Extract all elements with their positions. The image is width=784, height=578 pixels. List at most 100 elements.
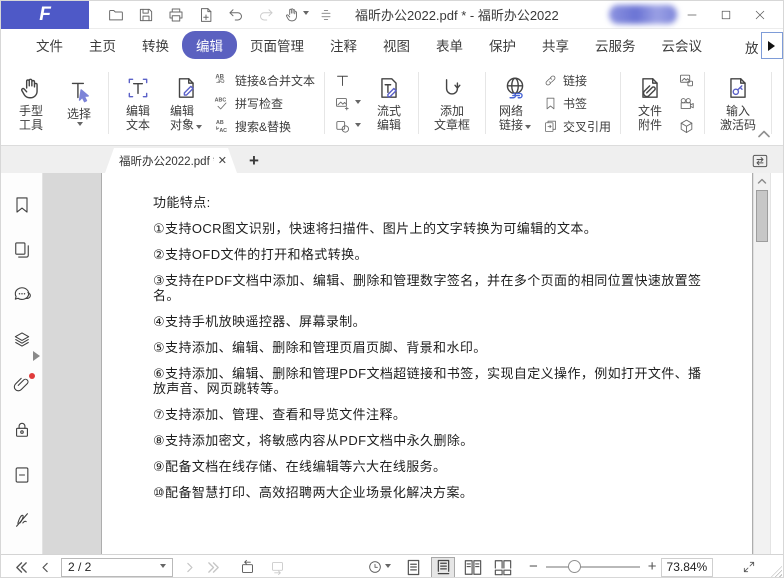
menu-edit[interactable]: 编辑: [182, 31, 237, 59]
comments-panel-button[interactable]: [11, 285, 33, 305]
insert-image-button[interactable]: [678, 72, 695, 89]
new-tab-button[interactable]: +: [249, 152, 259, 170]
add-image-button[interactable]: [334, 95, 361, 112]
spell-check-button[interactable]: ABC 拼写检查: [214, 95, 315, 112]
facing-continuous-view-button[interactable]: [491, 557, 515, 578]
bookmark-panel-button[interactable]: [11, 195, 33, 215]
save-button[interactable]: [131, 3, 161, 27]
menu-form[interactable]: 表单: [423, 31, 476, 59]
add-shape-icon: [334, 118, 351, 135]
continuous-view-button[interactable]: [431, 557, 455, 578]
vertical-scrollbar[interactable]: [753, 173, 770, 554]
attachments-panel-button[interactable]: [11, 375, 33, 395]
minimize-button[interactable]: [675, 1, 709, 29]
fullscreen-button[interactable]: [737, 557, 761, 577]
undo-button[interactable]: [221, 3, 251, 27]
print-icon: [167, 6, 185, 24]
pdf-page[interactable]: 功能特点: ①支持OCR图文识别，快速将扫描件、图片上的文字转换为可编辑的文本。…: [101, 173, 753, 554]
maximize-button[interactable]: [709, 1, 743, 29]
zoom-out-button[interactable]: −: [529, 562, 538, 572]
layers-panel-button[interactable]: [11, 330, 33, 350]
document-line: ⑨配备文档在线存储、在线编辑等六大在线服务。: [153, 459, 706, 474]
quick-access-toolbar: [101, 3, 341, 27]
insert-3d-button[interactable]: [678, 118, 695, 135]
select-tool-button[interactable]: 选择: [55, 78, 103, 129]
menu-file[interactable]: 文件: [23, 31, 76, 59]
page-number-input[interactable]: 2 / 2: [61, 558, 173, 577]
flow-edit-button[interactable]: 流式 编辑: [365, 75, 413, 132]
redo-icon: [257, 6, 275, 24]
print-button[interactable]: [161, 3, 191, 27]
insert-video-button[interactable]: [678, 95, 695, 112]
enter-activation-code-button[interactable]: 输入 激活码: [710, 75, 766, 132]
collapse-ribbon-button[interactable]: [757, 129, 771, 139]
customize-quick-access-button[interactable]: [311, 3, 341, 27]
previous-view-button[interactable]: [235, 557, 259, 577]
layers-panel-icon: [12, 330, 32, 350]
menu-cloud-meeting[interactable]: 云会议: [649, 31, 716, 59]
security-panel-button[interactable]: [11, 420, 33, 440]
edit-text-button[interactable]: 编辑 文本: [114, 75, 162, 132]
continuous-page-icon: [436, 559, 451, 576]
link-merge-text-button[interactable]: AB 链接&合并文本: [214, 72, 315, 89]
document-tab[interactable]: 福昕办公2022.pdf * ✕: [105, 148, 237, 173]
attachments-panel-icon: [12, 375, 32, 395]
link-button[interactable]: 链接: [543, 72, 611, 89]
hand-tool-button[interactable]: 手型 工具: [7, 75, 55, 132]
add-text-button[interactable]: [334, 72, 361, 89]
menu-protect[interactable]: 保护: [476, 31, 529, 59]
new-document-button[interactable]: [191, 3, 221, 27]
previous-page-button[interactable]: [33, 557, 57, 577]
menu-cloud-service[interactable]: 云服务: [582, 31, 649, 59]
file-attachment-button[interactable]: 文件 附件: [626, 75, 674, 132]
spell-check-icon: ABC: [214, 95, 230, 111]
document-area: 功能特点: ①支持OCR图文识别，快速将扫描件、图片上的文字转换为可编辑的文本。…: [43, 173, 783, 554]
zoom-level-input[interactable]: 73.84%: [661, 558, 713, 577]
window-resize-grip[interactable]: [770, 566, 782, 578]
first-page-button[interactable]: [9, 557, 33, 577]
menu-comment[interactable]: 注释: [317, 31, 370, 59]
single-page-view-button[interactable]: [401, 557, 425, 578]
web-link-button[interactable]: 网络 链接: [491, 75, 539, 132]
open-button[interactable]: [101, 3, 131, 27]
destinations-panel-button[interactable]: [11, 465, 33, 485]
menu-home[interactable]: 主页: [76, 31, 129, 59]
ribbon-divider: [485, 72, 486, 134]
menu-view[interactable]: 视图: [370, 31, 423, 59]
account-avatar[interactable]: [609, 5, 677, 24]
cross-reference-button[interactable]: 交叉引用: [543, 118, 611, 135]
titlebar: F: [1, 1, 783, 29]
zoom-slider[interactable]: [546, 566, 640, 568]
search-replace-button[interactable]: ABAC 搜索&替换: [214, 118, 315, 135]
add-shape-button[interactable]: [334, 118, 361, 135]
menu-share[interactable]: 共享: [529, 31, 582, 59]
clock-view-icon: [367, 559, 383, 575]
reading-mode-toggle-button[interactable]: [751, 153, 769, 169]
assistant-mode-button[interactable]: [367, 557, 391, 577]
zoom-slider-thumb[interactable]: [568, 560, 581, 573]
tab-close-icon[interactable]: ✕: [218, 154, 227, 167]
signature-panel-button[interactable]: [11, 510, 33, 530]
close-button[interactable]: [743, 1, 777, 29]
foxit-logo[interactable]: F: [1, 1, 89, 29]
scrollbar-thumb[interactable]: [756, 190, 768, 242]
redo-button[interactable]: [251, 3, 281, 27]
page-thumbnails-button[interactable]: [11, 240, 33, 260]
last-page-button[interactable]: [201, 557, 225, 577]
menu-convert[interactable]: 转换: [129, 31, 182, 59]
zoom-in-button[interactable]: +: [648, 562, 657, 572]
bookmark-button[interactable]: 书签: [543, 95, 611, 112]
menu-scroll-right-button[interactable]: [761, 32, 783, 59]
next-view-button[interactable]: [265, 557, 289, 577]
zoom-level-value: 73.84%: [667, 560, 708, 574]
hand-mode-button[interactable]: [281, 3, 311, 27]
menu-page-organize[interactable]: 页面管理: [237, 31, 317, 59]
menu-overflow-item: 放: [745, 37, 759, 57]
next-page-button[interactable]: [177, 557, 201, 577]
insert-3d-icon: [678, 118, 695, 135]
add-article-box-button[interactable]: 添加 文章框: [424, 75, 480, 132]
facing-view-button[interactable]: [461, 557, 485, 578]
edit-object-button[interactable]: 编辑 对象: [162, 75, 210, 132]
scroll-up-button[interactable]: [757, 177, 767, 185]
main-area: 功能特点: ①支持OCR图文识别，快速将扫描件、图片上的文字转换为可编辑的文本。…: [1, 173, 783, 554]
